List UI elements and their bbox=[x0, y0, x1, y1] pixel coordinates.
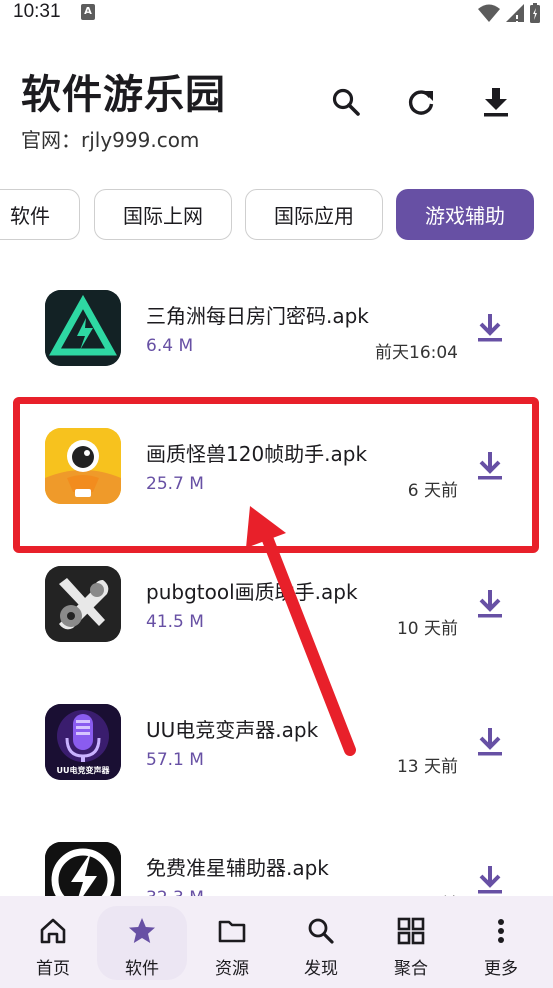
nav-label: 发现 bbox=[304, 959, 338, 979]
item-size: 41.5 M bbox=[146, 612, 204, 632]
wifi-icon bbox=[478, 4, 500, 22]
nav-label: 软件 bbox=[125, 959, 159, 979]
bottom-nav: 首页 软件 资源 发现 聚合 更多 bbox=[0, 896, 553, 988]
item-date: 13 天前 bbox=[396, 757, 458, 777]
nav-item-software[interactable]: 软件 bbox=[97, 896, 187, 988]
star-icon bbox=[129, 918, 155, 943]
battery-icon bbox=[530, 3, 540, 23]
list-item[interactable]: pubgtool画质助手.apk 41.5 M 10 天前 bbox=[0, 550, 553, 688]
signal-icon bbox=[506, 4, 524, 22]
tools-app-icon bbox=[45, 566, 121, 642]
nav-label: 聚合 bbox=[394, 959, 428, 979]
item-size: 6.4 M bbox=[146, 336, 194, 356]
nav-item-more[interactable]: 更多 bbox=[456, 896, 546, 988]
mic-app-icon: UU电竞变声器 bbox=[45, 704, 121, 780]
more-vert-icon bbox=[498, 919, 504, 943]
download-icon[interactable] bbox=[476, 864, 504, 896]
icon-caption: UU电竞变声器 bbox=[56, 766, 110, 775]
download-icon[interactable] bbox=[476, 588, 504, 620]
chip-international-net[interactable]: 国际上网 bbox=[94, 189, 232, 240]
grid-icon bbox=[397, 917, 425, 945]
status-bar: 10:31 A bbox=[0, 0, 553, 28]
item-size: 25.7 M bbox=[146, 474, 204, 494]
status-icons bbox=[477, 2, 541, 24]
category-chips: 软件 国际上网 国际应用 游戏辅助 bbox=[0, 189, 553, 241]
download-icon[interactable] bbox=[476, 726, 504, 758]
item-name: UU电竞变声器.apk bbox=[146, 718, 319, 742]
nav-item-discover[interactable]: 发现 bbox=[276, 896, 366, 988]
chip-label: 国际应用 bbox=[274, 204, 354, 228]
chip-software[interactable]: 软件 bbox=[0, 189, 80, 240]
item-date: 前天16:04 bbox=[375, 343, 458, 363]
item-name: pubgtool画质助手.apk bbox=[146, 580, 358, 604]
chip-game-assist[interactable]: 游戏辅助 bbox=[396, 189, 534, 240]
home-icon bbox=[40, 918, 66, 944]
website-subtitle: 官网：rjly999.com bbox=[21, 128, 200, 152]
download-icon[interactable] bbox=[476, 450, 504, 482]
download-icon[interactable] bbox=[476, 312, 504, 344]
nav-item-home[interactable]: 首页 bbox=[8, 896, 98, 988]
list-item[interactable]: 画质怪兽120帧助手.apk 25.7 M 6 天前 bbox=[0, 412, 553, 550]
notification-a-icon: A bbox=[81, 4, 95, 20]
item-size: 57.1 M bbox=[146, 750, 204, 770]
download-icon bbox=[484, 88, 508, 117]
item-name: 三角洲每日房门密码.apk bbox=[146, 304, 369, 328]
download-manager-button[interactable] bbox=[478, 84, 514, 120]
refresh-icon bbox=[408, 90, 434, 115]
list-item[interactable]: 三角洲每日房门密码.apk 6.4 M 前天16:04 bbox=[0, 274, 553, 412]
search-icon bbox=[332, 88, 360, 116]
nav-label: 首页 bbox=[36, 959, 70, 979]
item-date: 10 天前 bbox=[396, 619, 458, 639]
item-name: 画质怪兽120帧助手.apk bbox=[146, 442, 368, 466]
folder-icon bbox=[218, 920, 246, 943]
chip-label: 游戏辅助 bbox=[425, 204, 505, 228]
page-title: 软件游乐园 bbox=[21, 72, 226, 118]
monster-app-icon bbox=[45, 428, 121, 504]
chip-label: 国际上网 bbox=[123, 204, 203, 228]
delta-app-icon bbox=[45, 290, 121, 366]
list-item[interactable]: UU电竞变声器 UU电竞变声器.apk 57.1 M 13 天前 bbox=[0, 688, 553, 826]
nav-label: 更多 bbox=[484, 959, 518, 979]
item-date: 6 天前 bbox=[407, 481, 458, 501]
nav-item-resources[interactable]: 资源 bbox=[187, 896, 277, 988]
search-button[interactable] bbox=[328, 84, 364, 120]
status-time: 10:31 bbox=[13, 1, 61, 22]
chip-international-apps[interactable]: 国际应用 bbox=[245, 189, 383, 240]
nav-item-aggregate[interactable]: 聚合 bbox=[366, 896, 456, 988]
refresh-button[interactable] bbox=[403, 84, 439, 120]
chip-label: 软件 bbox=[10, 204, 50, 228]
item-name: 免费准星辅助器.apk bbox=[146, 856, 329, 880]
search-icon bbox=[308, 918, 334, 944]
nav-label: 资源 bbox=[215, 959, 249, 979]
